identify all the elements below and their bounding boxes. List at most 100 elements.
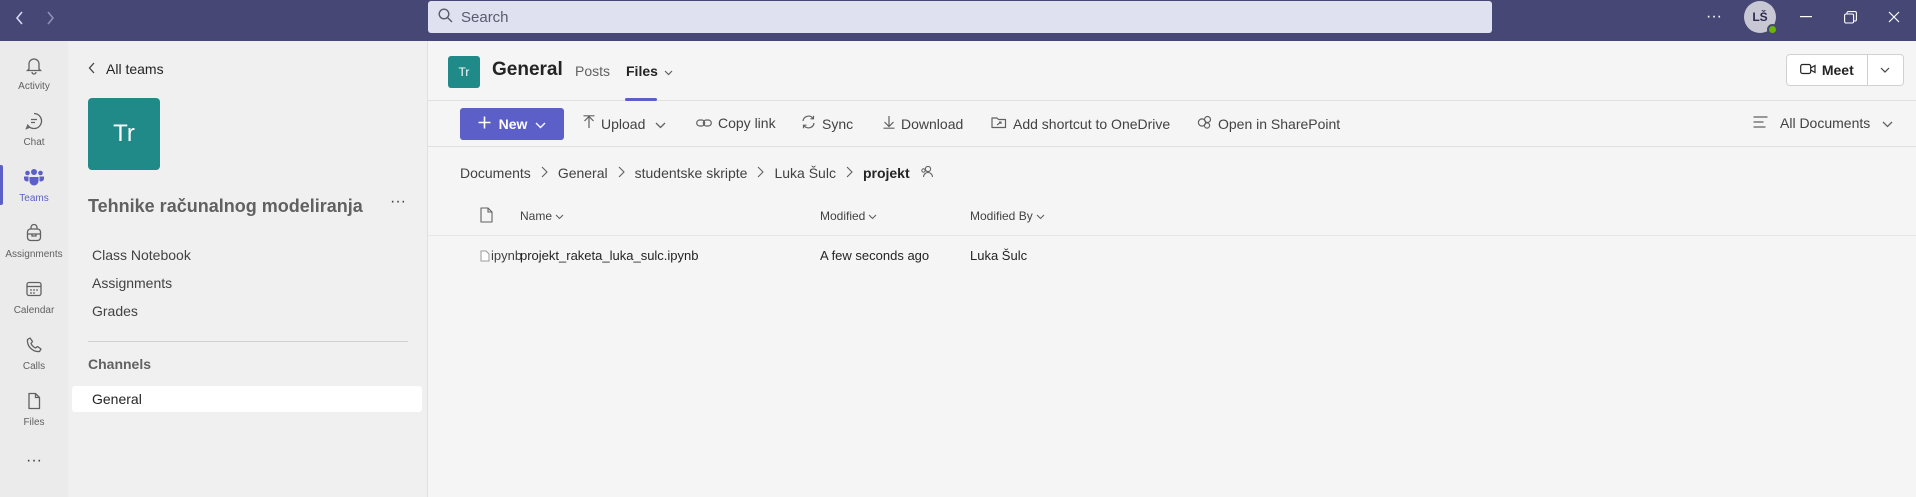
open-sharepoint-button[interactable]: Open in SharePoint: [1197, 115, 1340, 133]
team-link-grades[interactable]: Grades: [92, 303, 138, 319]
chevron-down-icon: [1036, 209, 1045, 223]
history-nav: [10, 8, 60, 28]
search-placeholder: Search: [461, 8, 509, 26]
download-button[interactable]: Download: [883, 115, 963, 132]
team-more-options-icon[interactable]: ···: [390, 193, 406, 211]
rail-label: Activity: [18, 80, 50, 92]
chevron-down-icon: [655, 116, 666, 132]
file-name-link[interactable]: projekt_raketa_luka_sulc.ipynb: [520, 248, 699, 263]
phone-icon: [24, 335, 44, 358]
chevron-down-icon: [535, 116, 546, 132]
window-controls: ··· LŠ: [1692, 0, 1916, 35]
channels-heading: Channels: [88, 356, 152, 372]
rail-item-files[interactable]: Files: [0, 381, 68, 437]
plus-icon: [478, 116, 491, 132]
channel-header: Tr General Posts Files Meet: [428, 41, 1916, 101]
column-header-modified-by[interactable]: Modified By: [970, 209, 1045, 223]
shortcut-icon: [991, 115, 1007, 132]
close-icon[interactable]: [1872, 0, 1916, 34]
link-icon: [696, 115, 712, 131]
file-modified-by[interactable]: Luka Šulc: [970, 248, 1027, 263]
rail-item-chat[interactable]: Chat: [0, 101, 68, 157]
team-panel: All teams Tr Tehnike računalnog modelira…: [68, 41, 428, 497]
column-header-name[interactable]: Name: [520, 209, 564, 223]
sync-label: Sync: [822, 115, 854, 132]
restore-icon[interactable]: [1828, 0, 1872, 34]
breadcrumb-item[interactable]: General: [558, 165, 608, 181]
channel-avatar: Tr: [448, 56, 480, 88]
chevron-left-icon: [88, 61, 96, 77]
view-switcher[interactable]: All Documents: [1753, 115, 1893, 131]
sync-icon: [801, 115, 816, 132]
file-icon: [24, 391, 44, 414]
avatar[interactable]: LŠ: [1744, 1, 1778, 35]
all-teams-label: All teams: [106, 61, 164, 77]
chevron-right-icon: [846, 165, 853, 181]
chevron-down-icon: [664, 63, 673, 79]
chevron-down-icon: [555, 209, 564, 223]
rail-item-calendar[interactable]: Calendar: [0, 269, 68, 325]
breadcrumb-item[interactable]: Luka Šulc: [774, 165, 835, 181]
add-shortcut-label: Add shortcut to OneDrive: [1013, 115, 1171, 132]
avatar-initials: LŠ: [1752, 10, 1768, 24]
copy-link-label: Copy link: [718, 115, 776, 131]
teams-icon: [23, 167, 45, 190]
new-button[interactable]: New: [460, 108, 564, 140]
all-teams-link[interactable]: All teams: [88, 61, 164, 77]
column-label: Name: [520, 209, 553, 223]
assignments-bag-icon: [24, 223, 44, 246]
search-icon: [438, 7, 453, 27]
team-link-class-notebook[interactable]: Class Notebook: [92, 247, 191, 263]
calendar-icon: [24, 279, 44, 302]
table-row[interactable]: ipynb projekt_raketa_luka_sulc.ipynb A f…: [428, 237, 1916, 275]
file-modified: A few seconds ago: [820, 248, 930, 263]
upload-arrow-icon: [583, 115, 595, 132]
rail-label: Teams: [19, 192, 49, 204]
file-type-column-icon[interactable]: [480, 207, 493, 223]
presence-available-icon: [1767, 24, 1778, 35]
download-icon: [883, 115, 895, 132]
download-label: Download: [901, 115, 964, 132]
column-header-modified[interactable]: Modified: [820, 209, 877, 223]
breadcrumb-item[interactable]: Documents: [460, 165, 531, 181]
rail-item-calls[interactable]: Calls: [0, 325, 68, 381]
minimize-icon[interactable]: [1784, 0, 1828, 34]
chat-icon: [24, 111, 44, 134]
rail-label: Calendar: [13, 304, 55, 316]
divider: [88, 341, 408, 342]
video-camera-icon: [1799, 62, 1816, 78]
rail-item-activity[interactable]: Activity: [0, 45, 68, 101]
column-label: Modified: [820, 209, 866, 223]
chevron-down-icon: [1882, 115, 1893, 131]
breadcrumb-current: projekt: [862, 165, 910, 181]
tab-posts[interactable]: Posts: [575, 63, 610, 79]
column-label: Modified By: [970, 209, 1033, 223]
meet-dropdown-chevron-icon[interactable]: [1868, 55, 1903, 85]
file-icon-alt-text: ipynb: [491, 248, 523, 263]
bell-icon: [24, 55, 44, 78]
search-input[interactable]: Search: [428, 1, 1492, 33]
app-rail: Activity Chat Teams Assignments Calendar…: [0, 41, 68, 497]
sync-button[interactable]: Sync: [801, 115, 853, 132]
team-name: Tehnike računalnog modeliranja: [88, 196, 363, 216]
chevron-right-icon: [757, 165, 765, 181]
meet-label: Meet: [1821, 62, 1854, 78]
meet-button[interactable]: Meet: [1787, 55, 1868, 85]
rail-item-teams[interactable]: Teams: [0, 157, 68, 213]
upload-button[interactable]: Upload: [583, 115, 666, 132]
rail-item-assignments[interactable]: Assignments: [0, 213, 68, 269]
shared-people-icon[interactable]: [920, 165, 934, 181]
channel-item-general[interactable]: General: [72, 386, 422, 412]
add-shortcut-onedrive-button[interactable]: Add shortcut to OneDrive: [991, 115, 1170, 132]
tab-files[interactable]: Files: [626, 63, 673, 79]
back-arrow-icon[interactable]: [10, 8, 30, 28]
more-apps-icon[interactable]: ···: [0, 433, 68, 489]
copy-link-button[interactable]: Copy link: [696, 115, 776, 131]
more-options-icon[interactable]: ···: [1692, 0, 1736, 34]
team-link-assignments[interactable]: Assignments: [92, 275, 172, 291]
forward-arrow-icon[interactable]: [40, 8, 60, 28]
breadcrumb-item[interactable]: studentske skripte: [635, 165, 748, 181]
view-label: All Documents: [1780, 115, 1871, 131]
chevron-right-icon: [618, 165, 625, 181]
title-bar: Search ··· LŠ: [0, 0, 1916, 41]
